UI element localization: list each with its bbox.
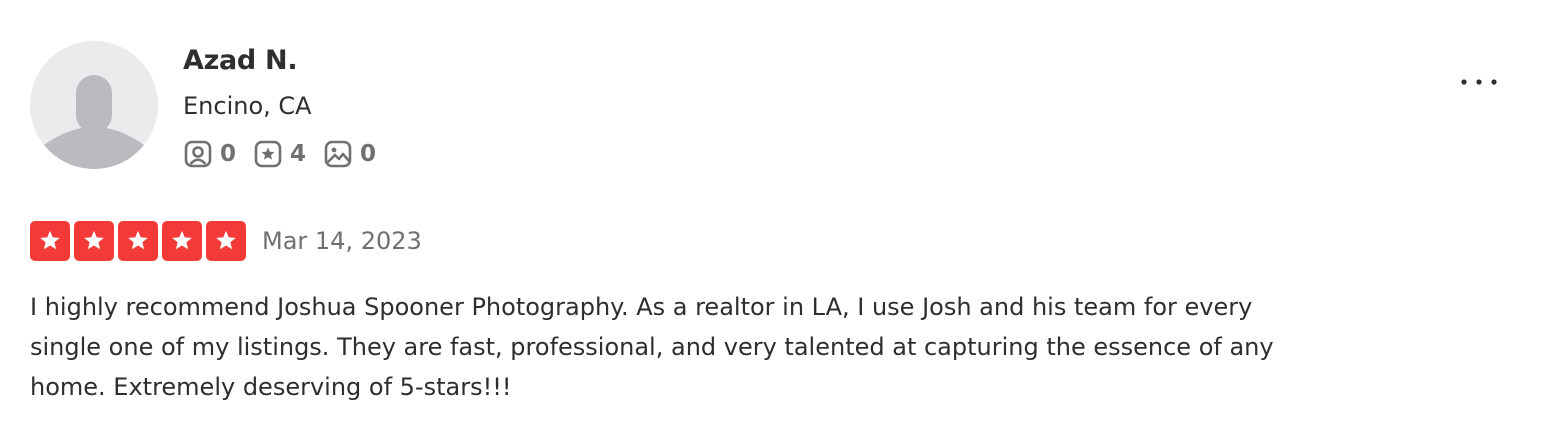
star-icon xyxy=(30,221,70,261)
star-icon xyxy=(74,221,114,261)
reviews-icon xyxy=(254,140,282,168)
star-icon xyxy=(206,221,246,261)
friends-icon xyxy=(184,140,212,168)
stat-photos: 0 xyxy=(324,139,376,169)
reviews-count: 4 xyxy=(290,141,307,167)
review-date: Mar 14, 2023 xyxy=(262,227,422,255)
stat-reviews: 4 xyxy=(254,139,306,169)
photos-count: 0 xyxy=(360,141,377,167)
star-icon xyxy=(162,221,202,261)
review-text: I highly recommend Joshua Spooner Photog… xyxy=(30,293,1274,401)
photos-icon xyxy=(324,140,352,168)
reviewer-name[interactable]: Azad N. xyxy=(183,44,298,78)
stat-friends: 0 xyxy=(184,139,236,169)
more-horizontal-icon xyxy=(1461,79,1497,85)
star-rating xyxy=(30,221,250,261)
default-user-icon xyxy=(44,75,144,169)
star-icon xyxy=(118,221,158,261)
reviewer-location: Encino, CA xyxy=(183,92,312,120)
friends-count: 0 xyxy=(220,141,237,167)
reviewer-stats: 0 4 0 xyxy=(184,139,394,169)
more-options-button[interactable] xyxy=(1456,66,1502,98)
avatar[interactable] xyxy=(30,41,158,169)
